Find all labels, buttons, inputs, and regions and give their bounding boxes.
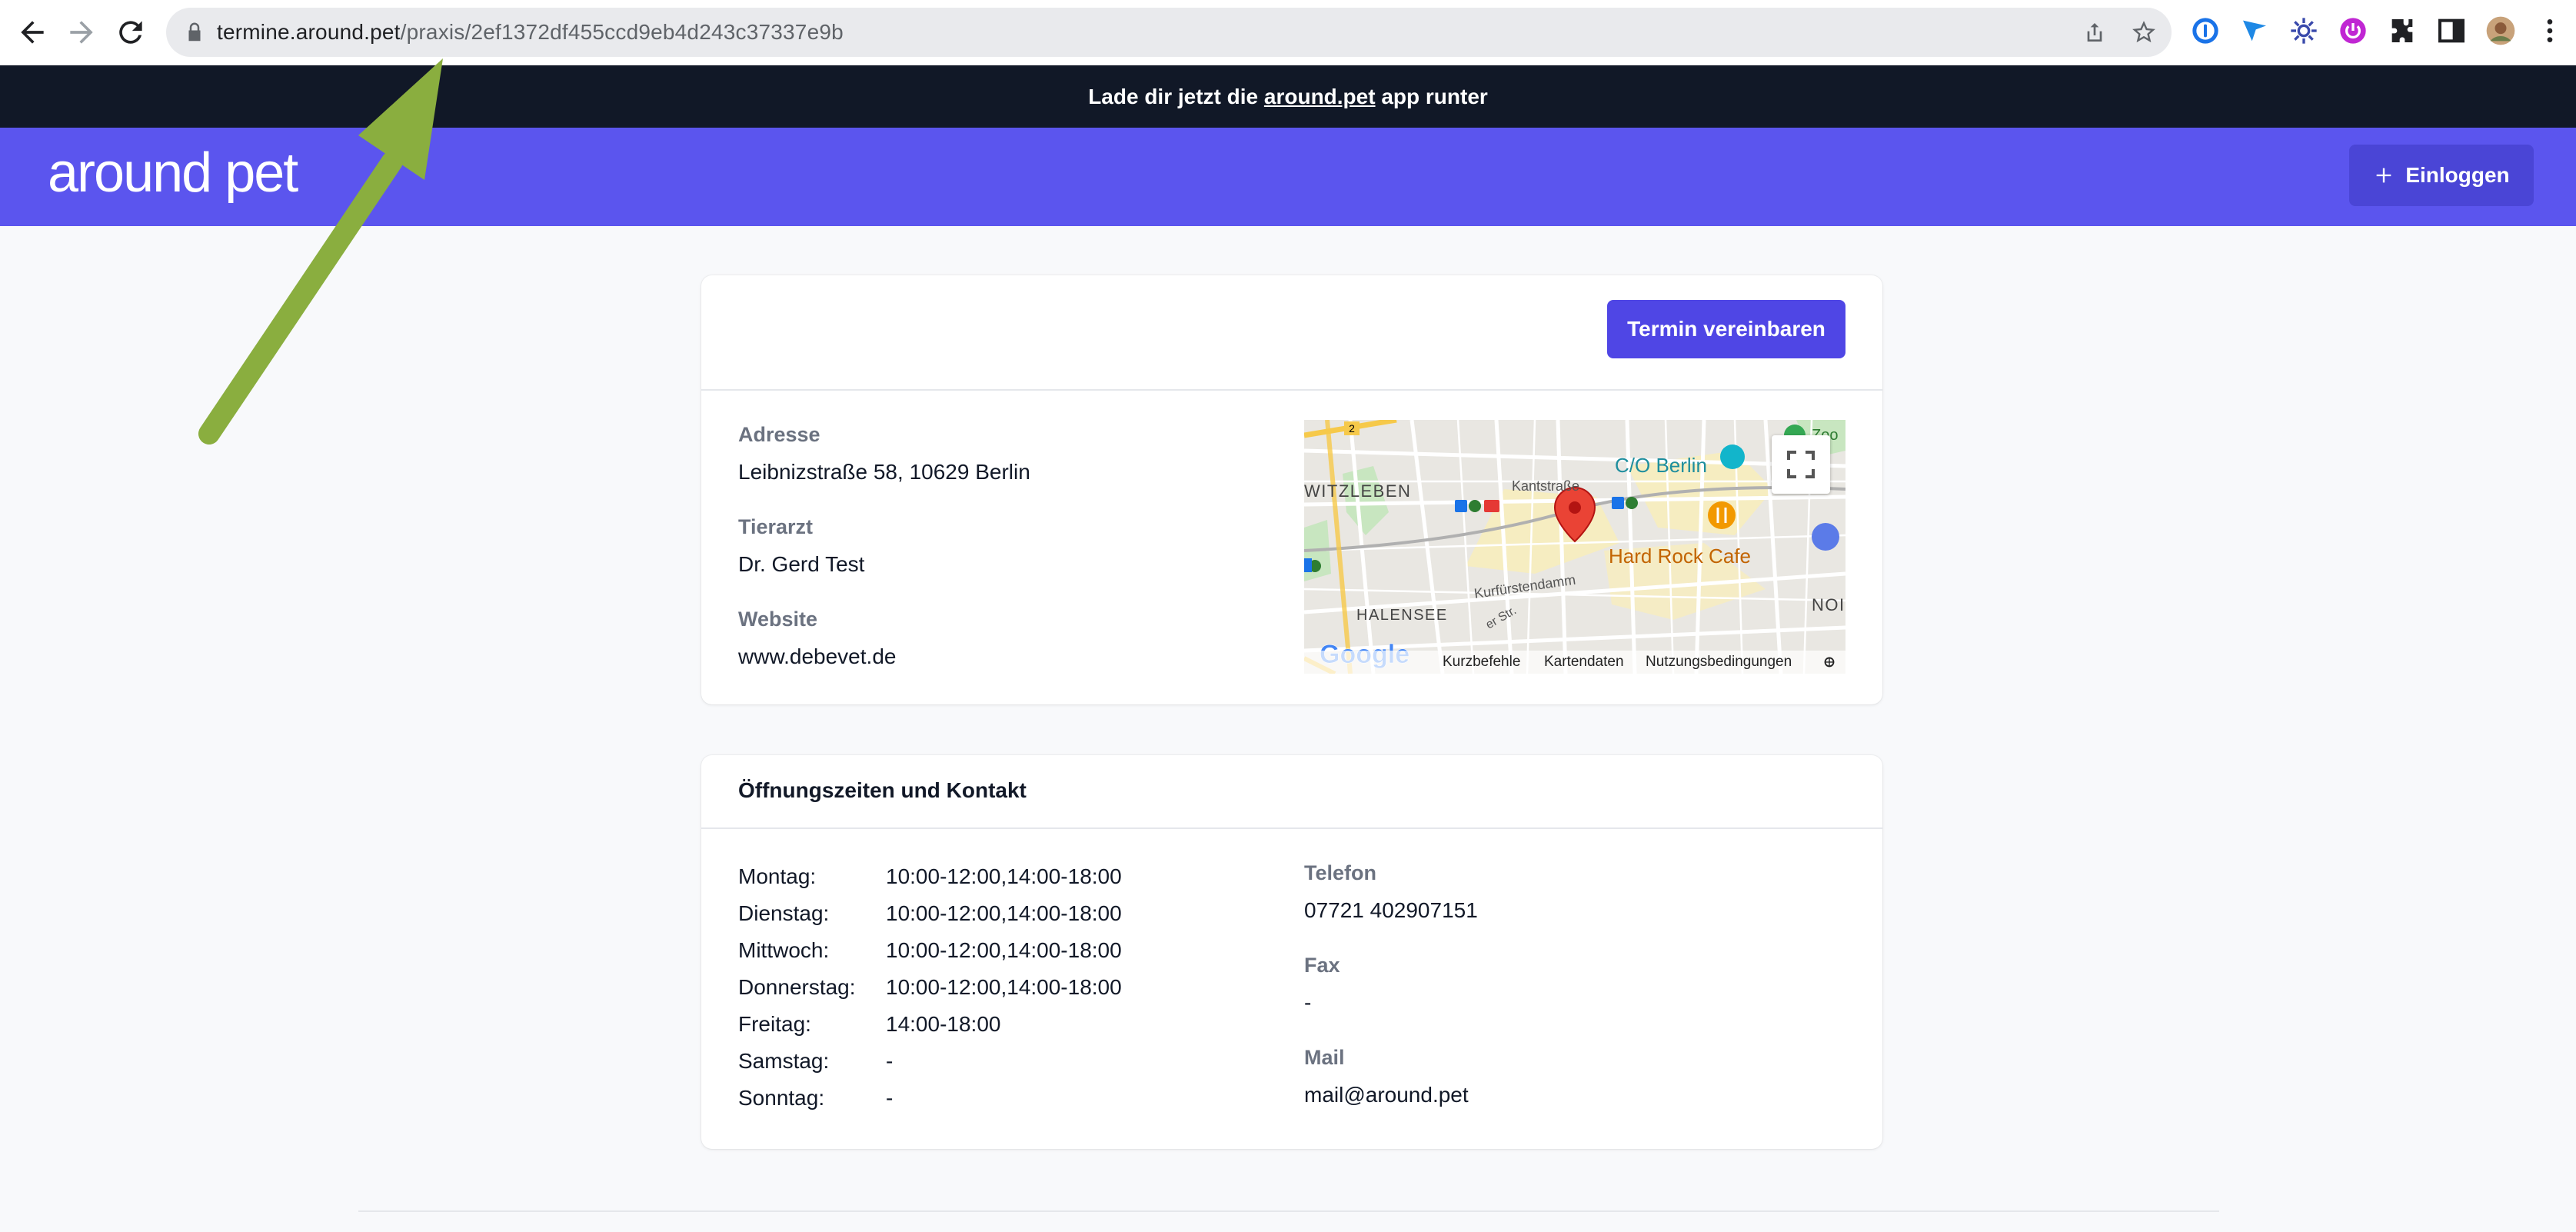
lock-icon[interactable]	[183, 21, 206, 44]
transit-s-icon-2	[1626, 497, 1638, 509]
promo-suffix: app runter	[1375, 85, 1488, 108]
hours-time: 10:00-12:00,14:00-18:00	[886, 901, 1122, 925]
map-label-co-berlin: C/O Berlin	[1615, 454, 1707, 477]
extension-1password-icon[interactable]	[2190, 15, 2221, 46]
promo-prefix: Lade dir jetzt die	[1088, 85, 1264, 108]
map-terms-link[interactable]: Nutzungsbedingungen	[1646, 654, 1792, 671]
website-label: Website	[738, 608, 818, 631]
login-label: Einloggen	[2405, 163, 2510, 187]
hours-day: Mittwoch:	[738, 938, 830, 962]
hours-time: 10:00-12:00,14:00-18:00	[886, 975, 1122, 999]
map-canvas[interactable]: 2 WITZLEBEN C/O Berlin Hard Rock Cafe HA…	[1304, 420, 1845, 674]
restaurant-poi-icon[interactable]	[1708, 501, 1736, 529]
profile-avatar[interactable]	[2485, 15, 2516, 46]
extension-gear-icon[interactable]	[2288, 15, 2319, 46]
back-arrow-icon[interactable]	[15, 15, 49, 49]
fullscreen-icon	[1787, 451, 1815, 478]
share-icon[interactable]	[2082, 20, 2107, 45]
hours-contact-title: Öffnungszeiten und Kontakt	[738, 778, 1027, 802]
map-label-hard-rock: Hard Rock Cafe	[1609, 544, 1751, 568]
browser-toolbar: termine.around.pet/praxis/2ef1372df455cc…	[0, 0, 2576, 65]
fax-value: -	[1304, 991, 1312, 1014]
map-shortcuts-link[interactable]: Kurzbefehle	[1443, 654, 1520, 671]
book-appointment-button[interactable]: Termin vereinbaren	[1607, 300, 1845, 358]
transit-u-icon	[1455, 500, 1467, 512]
extension-power-icon[interactable]	[2338, 15, 2368, 46]
url-host: termine.around.pet	[217, 20, 401, 44]
card-header: Termin vereinbaren	[701, 275, 1882, 391]
url-text[interactable]: termine.around.pet/praxis/2ef1372df455cc…	[217, 18, 844, 46]
hours-day: Sonntag:	[738, 1086, 825, 1110]
promo-app-link[interactable]: around.pet	[1264, 85, 1376, 108]
kebab-menu-icon[interactable]	[2534, 15, 2565, 46]
hours-day: Freitag:	[738, 1012, 811, 1036]
card-header: Öffnungszeiten und Kontakt	[701, 755, 1882, 829]
hours-day: Montag:	[738, 864, 817, 888]
footer-divider	[358, 1210, 2219, 1212]
extension-arrow-icon[interactable]	[2239, 15, 2270, 46]
map-label-kantstrasse: Kantstraße	[1512, 478, 1579, 494]
transit-u-icon-3	[1304, 558, 1312, 572]
address-bar[interactable]: termine.around.pet/praxis/2ef1372df455cc…	[166, 8, 2172, 57]
transit-s-icon	[1469, 500, 1481, 512]
hours-time: -	[886, 1086, 894, 1110]
location-map[interactable]: 2 WITZLEBEN C/O Berlin Hard Rock Cafe HA…	[1304, 420, 1845, 674]
road-number-label: 2	[1349, 422, 1355, 435]
practice-info-card: Termin vereinbaren Adresse Leibnizstraße…	[701, 275, 1882, 704]
map-report-bug-icon[interactable]	[1821, 653, 1838, 670]
app-promo-banner: Lade dir jetzt die around.pet app runter	[0, 65, 2576, 128]
phone-label: Telefon	[1304, 861, 1376, 884]
map-label-halensee: HALENSEE	[1356, 607, 1448, 624]
map-fullscreen-button[interactable]	[1772, 435, 1830, 494]
map-label-noi: NOI	[1812, 595, 1845, 614]
map-label-witzleben: WITZLEBEN	[1304, 481, 1411, 501]
hours-time: 10:00-12:00,14:00-18:00	[886, 864, 1122, 888]
museum-poi-icon[interactable]	[1720, 445, 1745, 469]
phone-value[interactable]: 07721 402907151	[1304, 898, 1478, 923]
map-footer: Kurzbefehle Kartendaten Nutzungsbedingun…	[1304, 651, 1845, 674]
hours-time: 14:00-18:00	[886, 1012, 1001, 1036]
hours-day: Dienstag:	[738, 901, 830, 925]
transit-db-icon	[1484, 500, 1499, 512]
mail-value[interactable]: mail@around.pet	[1304, 1083, 1469, 1107]
plus-icon	[2376, 168, 2391, 183]
hours-contact-card: Öffnungszeiten und Kontakt Montag: 10:00…	[701, 755, 1882, 1149]
address-label: Adresse	[738, 423, 820, 446]
hours-day: Donnerstag:	[738, 975, 856, 999]
shopping-poi-icon[interactable]	[1812, 523, 1839, 551]
around-pet-logo[interactable]: around pet	[48, 142, 298, 205]
app-header: around pet Einloggen	[0, 128, 2576, 226]
fax-label: Fax	[1304, 954, 1340, 977]
website-value[interactable]: www.debevet.de	[738, 644, 896, 669]
mail-label: Mail	[1304, 1046, 1345, 1069]
address-value: Leibnizstraße 58, 10629 Berlin	[738, 460, 1030, 484]
url-path: /praxis/2ef1372df455ccd9eb4d243c37337e9b	[400, 20, 844, 44]
forward-arrow-icon[interactable]	[65, 15, 98, 49]
transit-u-icon-2	[1612, 497, 1624, 509]
reload-icon[interactable]	[114, 15, 148, 49]
hours-day: Samstag:	[738, 1049, 830, 1073]
hours-time: -	[886, 1049, 894, 1073]
hours-time: 10:00-12:00,14:00-18:00	[886, 938, 1122, 962]
star-icon[interactable]	[2132, 20, 2156, 45]
puzzle-icon[interactable]	[2387, 15, 2418, 46]
sidepanel-icon[interactable]	[2436, 15, 2467, 46]
login-button[interactable]: Einloggen	[2349, 145, 2534, 206]
vet-value: Dr. Gerd Test	[738, 552, 865, 576]
map-data-link[interactable]: Kartendaten	[1544, 654, 1624, 671]
vet-label: Tierarzt	[738, 515, 814, 538]
